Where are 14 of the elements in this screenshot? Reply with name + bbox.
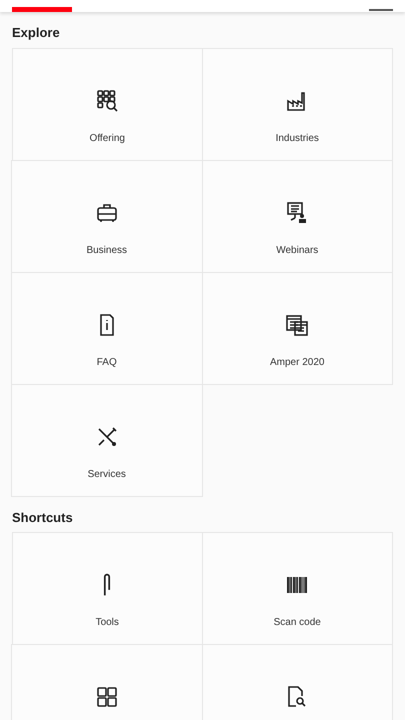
paperclip-icon	[103, 573, 112, 597]
section-title: Shortcuts	[12, 508, 74, 526]
menu-icon[interactable]	[369, 8, 393, 12]
logo-icon	[12, 7, 72, 12]
tile[interactable]: Scan code	[202, 532, 393, 645]
section-title: Explore	[12, 24, 61, 42]
tile[interactable]: Industries	[202, 48, 393, 160]
grid-icon	[94, 685, 119, 709]
tile[interactable]: Services	[11, 384, 202, 496]
calendar-icon	[285, 312, 310, 336]
grid-search-icon	[95, 88, 120, 112]
tile[interactable]: Amper 2020	[202, 272, 393, 384]
tile[interactable]: Offering	[12, 48, 202, 160]
tile[interactable]: Tools	[12, 532, 202, 645]
